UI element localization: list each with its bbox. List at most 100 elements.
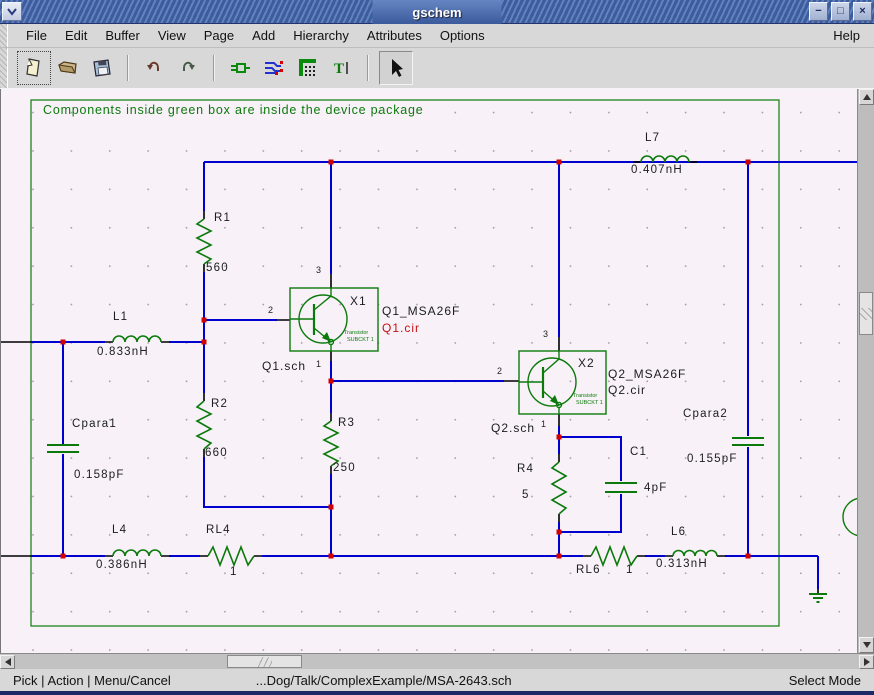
menu-view[interactable]: View — [149, 26, 195, 45]
label-C1-value[interactable]: 4pF — [644, 482, 667, 494]
schematic-canvas[interactable]: Components inside green box are inside t… — [0, 89, 857, 653]
window-frame-bottom — [0, 691, 874, 695]
label-R4-value[interactable]: 5 — [522, 489, 530, 501]
label-Cpara1-ref[interactable]: Cpara1 — [72, 418, 117, 430]
add-component-button[interactable] — [225, 53, 255, 83]
label-L1-ref[interactable]: L1 — [113, 311, 128, 323]
menu-edit[interactable]: Edit — [56, 26, 96, 45]
label-X1-pin2: 2 — [268, 305, 273, 315]
inductor-L6[interactable] — [673, 551, 717, 557]
menu-options[interactable]: Options — [431, 26, 494, 45]
label-L4-value[interactable]: 0.386nH — [96, 559, 148, 571]
resistor-R3[interactable] — [324, 421, 338, 466]
label-L4-ref[interactable]: L4 — [112, 524, 127, 536]
menu-page[interactable]: Page — [195, 26, 243, 45]
label-X1-ref[interactable]: X1 — [350, 294, 367, 308]
window-menu-button[interactable] — [2, 2, 22, 21]
undo-button[interactable] — [139, 53, 169, 83]
device-package-box[interactable] — [31, 100, 779, 626]
component-icon — [228, 56, 252, 80]
capacitor-Cpara2[interactable] — [732, 438, 764, 445]
titlebar[interactable]: gschem − □ × — [0, 0, 874, 24]
menu-attributes[interactable]: Attributes — [358, 26, 431, 45]
label-Cpara2-ref[interactable]: Cpara2 — [683, 408, 728, 420]
label-R1-value[interactable]: 560 — [206, 262, 229, 274]
label-X1-cir[interactable]: Q1.cir — [382, 321, 420, 335]
vertical-scrollbar[interactable] — [857, 89, 874, 653]
label-RL6-value[interactable]: 1 — [626, 564, 634, 576]
label-R2-value[interactable]: 660 — [205, 447, 228, 459]
resistor-R4[interactable] — [552, 462, 566, 514]
vertical-scroll-thumb[interactable] — [859, 292, 873, 335]
label-L6-value[interactable]: 0.313nH — [656, 558, 708, 570]
menu-file[interactable]: File — [17, 26, 56, 45]
inductor-L4[interactable] — [113, 550, 161, 556]
capacitor-C1[interactable] — [605, 483, 637, 492]
inductor-L1[interactable] — [113, 336, 161, 342]
label-X2-cir[interactable]: Q2.cir — [608, 383, 646, 397]
label-Cpara2-value[interactable]: 0.155pF — [687, 453, 738, 465]
label-Cpara1-value[interactable]: 0.158pF — [74, 469, 125, 481]
label-X2-sch[interactable]: Q2.sch — [491, 421, 535, 435]
label-RL6-ref[interactable]: RL6 — [576, 564, 601, 576]
undo-arrow-icon — [142, 56, 166, 80]
resistor-R2[interactable] — [197, 401, 211, 449]
arrow-left-icon — [1, 658, 11, 666]
resistor-RL6[interactable] — [591, 547, 637, 565]
label-L7-value[interactable]: 0.407nH — [631, 164, 683, 176]
net-wires[interactable] — [31, 162, 857, 589]
window-title: gschem — [412, 5, 461, 20]
label-R4-ref[interactable]: R4 — [517, 463, 534, 475]
resistor-R1[interactable] — [197, 219, 211, 264]
label-L6-ref[interactable]: L6 — [671, 526, 686, 538]
label-C1-ref[interactable]: C1 — [630, 446, 647, 458]
statusbar: Pick | Action | Menu/Cancel ...Dog/Talk/… — [0, 669, 874, 691]
menubar-grip[interactable] — [0, 24, 8, 47]
label-X2-model[interactable]: Q2_MSA26F — [608, 367, 686, 381]
redo-button[interactable] — [173, 53, 203, 83]
select-mode-button[interactable] — [379, 51, 413, 85]
new-button[interactable] — [19, 53, 49, 83]
label-RL4-value[interactable]: 1 — [230, 566, 238, 578]
menu-hierarchy[interactable]: Hierarchy — [284, 26, 358, 45]
resistor-RL4[interactable] — [208, 547, 254, 565]
open-button[interactable] — [53, 53, 83, 83]
package-annotation[interactable]: Components inside green box are inside t… — [43, 103, 424, 117]
maximize-button[interactable]: □ — [831, 2, 850, 21]
label-X1-type2: SUBCKT 1 — [347, 337, 374, 344]
scroll-down-button[interactable] — [859, 637, 874, 653]
add-bus-button[interactable] — [293, 53, 323, 83]
arrow-right-icon — [864, 658, 874, 666]
toolbar-grip[interactable] — [0, 48, 8, 88]
ground-symbol[interactable] — [809, 594, 827, 602]
label-X2-ref[interactable]: X2 — [578, 356, 595, 370]
label-X1-model[interactable]: Q1_MSA26F — [382, 304, 460, 318]
scroll-left-button[interactable] — [0, 655, 15, 669]
close-button[interactable]: × — [853, 2, 872, 21]
clipped-component-circle[interactable] — [843, 498, 857, 536]
menu-buffer[interactable]: Buffer — [96, 26, 148, 45]
menu-add[interactable]: Add — [243, 26, 284, 45]
label-R3-ref[interactable]: R3 — [338, 417, 355, 429]
menu-help[interactable]: Help — [819, 26, 874, 45]
label-R1-ref[interactable]: R1 — [214, 212, 231, 224]
label-R2-ref[interactable]: R2 — [211, 398, 228, 410]
toolbar: T — [0, 48, 874, 89]
label-L1-value[interactable]: 0.833nH — [97, 346, 149, 358]
scroll-right-button[interactable] — [859, 655, 874, 669]
scroll-up-button[interactable] — [859, 89, 874, 105]
label-R3-value[interactable]: 250 — [333, 462, 356, 474]
label-L7-ref[interactable]: L7 — [645, 132, 660, 144]
gschem-window: gschem − □ × File Edit Buffer View Page … — [0, 0, 874, 695]
label-X1-sch[interactable]: Q1.sch — [262, 359, 306, 373]
window-controls: − □ × — [809, 2, 872, 21]
minimize-button[interactable]: − — [809, 2, 828, 21]
add-net-button[interactable] — [259, 53, 289, 83]
add-text-button[interactable]: T — [327, 53, 357, 83]
label-X1-pin3: 3 — [316, 265, 321, 275]
save-button[interactable] — [87, 53, 117, 83]
horizontal-scrollbar[interactable] — [0, 653, 874, 669]
horizontal-scroll-thumb[interactable] — [227, 655, 302, 668]
label-RL4-ref[interactable]: RL4 — [206, 524, 231, 536]
capacitor-Cpara1[interactable] — [47, 445, 79, 452]
